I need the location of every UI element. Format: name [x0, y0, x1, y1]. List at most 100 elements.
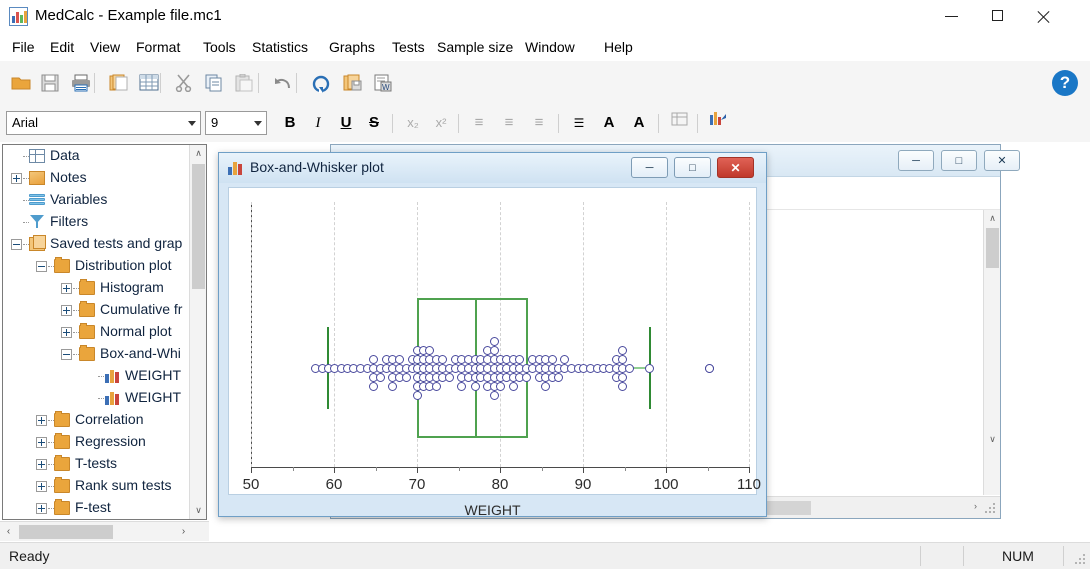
- tree-horizontal-scrollbar[interactable]: ‹ ›: [0, 521, 209, 541]
- plot-minimize-button[interactable]: ─: [631, 157, 668, 178]
- tree-item-histogram[interactable]: Histogram: [3, 277, 189, 299]
- tree-item-f-test[interactable]: F-test: [3, 497, 189, 519]
- help-button[interactable]: ?: [1052, 70, 1078, 96]
- expand-icon[interactable]: [36, 437, 47, 448]
- tree-hscroll-right-button[interactable]: ›: [175, 522, 192, 541]
- expand-icon[interactable]: [36, 481, 47, 492]
- align-center-button[interactable]: ≡: [496, 111, 522, 135]
- plot-canvas[interactable]: WEIGHT 50 60 70 80 90 100 110: [228, 187, 761, 518]
- align-right-button[interactable]: ≡: [526, 111, 552, 135]
- tree-hscroll-left-button[interactable]: ‹: [0, 522, 17, 541]
- tree-item-correlation[interactable]: Correlation: [3, 409, 189, 431]
- superscript-button[interactable]: x²: [428, 111, 454, 135]
- tree-item-distribution-plot[interactable]: Distribution plot: [3, 255, 189, 277]
- tree-item-variables[interactable]: Variables: [3, 189, 189, 211]
- italic-button[interactable]: I: [305, 111, 331, 135]
- strikethrough-button[interactable]: S: [361, 111, 387, 135]
- tree-item-t-tests[interactable]: T-tests: [3, 453, 189, 475]
- tree-item-box-and-whi[interactable]: Box-and-Whi: [3, 343, 189, 365]
- tree-item-regression[interactable]: Regression: [3, 431, 189, 453]
- data-window-minimize-button[interactable]: ─: [898, 150, 934, 171]
- window-minimize-button[interactable]: [929, 0, 975, 32]
- bold-button[interactable]: B: [277, 111, 303, 135]
- table-format-icon[interactable]: [666, 111, 692, 135]
- tree-scroll-thumb[interactable]: [192, 164, 205, 289]
- maximize-glyph: □: [955, 155, 963, 167]
- menu-sample-size[interactable]: Sample size: [431, 38, 519, 57]
- collapse-icon[interactable]: [11, 239, 22, 250]
- undo-icon[interactable]: [268, 68, 298, 98]
- expand-icon[interactable]: [61, 305, 72, 316]
- chart-format-icon[interactable]: [705, 111, 731, 135]
- tree-item-normal-plot[interactable]: Normal plot: [3, 321, 189, 343]
- menu-format[interactable]: Format: [130, 38, 186, 57]
- tree-item-rank-sum-tests[interactable]: Rank sum tests: [3, 475, 189, 497]
- grid-scroll-thumb[interactable]: [986, 228, 999, 268]
- tree-item-weight[interactable]: WEIGHT: [3, 387, 189, 409]
- copy-icon[interactable]: [200, 68, 230, 98]
- resize-grip[interactable]: [985, 503, 997, 515]
- tree-item-notes[interactable]: Notes: [3, 167, 189, 189]
- open-icon[interactable]: [6, 68, 36, 98]
- bullet-list-button[interactable]: ☰: [566, 111, 592, 135]
- grid-scroll-up-button[interactable]: ∧: [984, 210, 1000, 227]
- expand-icon[interactable]: [36, 503, 47, 514]
- align-left-button[interactable]: ≡: [466, 111, 492, 135]
- collapse-icon[interactable]: [61, 349, 72, 360]
- chart-icon: [104, 391, 120, 405]
- tree-item-weight[interactable]: WEIGHT: [3, 365, 189, 387]
- font-size-select[interactable]: 9: [205, 111, 267, 135]
- data-window-maximize-button[interactable]: □: [941, 150, 977, 171]
- print-icon[interactable]: [66, 68, 96, 98]
- window-close-button[interactable]: [1021, 0, 1067, 32]
- tree-scroll-up-button[interactable]: ∧: [190, 145, 206, 162]
- window-maximize-button[interactable]: [975, 0, 1021, 32]
- menu-file[interactable]: File: [6, 38, 41, 57]
- grow-font-button[interactable]: A: [596, 111, 622, 135]
- menu-statistics[interactable]: Statistics: [246, 38, 314, 57]
- data-hscroll-right-button[interactable]: ›: [967, 498, 984, 515]
- plot-maximize-button[interactable]: □: [674, 157, 711, 178]
- menu-view[interactable]: View: [84, 38, 126, 57]
- grid-vertical-scrollbar[interactable]: ∧ ∨: [983, 210, 1000, 495]
- tree-item-filters[interactable]: Filters: [3, 211, 189, 233]
- data-point: [496, 381, 506, 391]
- data-point: [618, 372, 628, 382]
- menu-edit[interactable]: Edit: [44, 38, 80, 57]
- menu-tools[interactable]: Tools: [197, 38, 242, 57]
- cut-icon[interactable]: [170, 68, 200, 98]
- paste-icon[interactable]: [230, 68, 260, 98]
- tree-scroll-down-button[interactable]: ∨: [190, 502, 206, 519]
- tree-item-saved-tests-and-grap[interactable]: Saved tests and grap: [3, 233, 189, 255]
- plot-close-button[interactable]: ✕: [717, 157, 754, 178]
- refresh-icon[interactable]: [306, 68, 336, 98]
- shrink-font-button[interactable]: A: [626, 111, 652, 135]
- tree-item-label: Saved tests and grap: [50, 235, 183, 251]
- menu-help[interactable]: Help: [598, 38, 639, 57]
- copy-pages-icon[interactable]: [104, 68, 134, 98]
- expand-icon[interactable]: [61, 327, 72, 338]
- menu-graphs[interactable]: Graphs: [323, 38, 381, 57]
- export-word-icon[interactable]: W: [368, 68, 398, 98]
- collapse-icon[interactable]: [36, 261, 47, 272]
- status-separator: [920, 546, 921, 566]
- menu-tests[interactable]: Tests: [386, 38, 431, 57]
- menu-window[interactable]: Window: [519, 38, 581, 57]
- expand-icon[interactable]: [36, 459, 47, 470]
- subscript-button[interactable]: x₂: [400, 111, 426, 135]
- data-window-close-button[interactable]: ✕: [984, 150, 1020, 171]
- window-resize-grip[interactable]: [1075, 554, 1087, 566]
- expand-icon[interactable]: [36, 415, 47, 426]
- expand-icon[interactable]: [11, 173, 22, 184]
- chevron-down-icon: [254, 121, 262, 126]
- tree-item-data[interactable]: Data: [3, 145, 189, 167]
- grid-scroll-down-button[interactable]: ∨: [984, 431, 1000, 448]
- export-excel-icon[interactable]: [338, 68, 368, 98]
- underline-button[interactable]: U: [333, 111, 359, 135]
- save-icon[interactable]: [36, 68, 66, 98]
- tree-item-cumulative-fr[interactable]: Cumulative fr: [3, 299, 189, 321]
- tree-vertical-scrollbar[interactable]: ∧ ∨: [189, 145, 206, 519]
- expand-icon[interactable]: [61, 283, 72, 294]
- font-name-select[interactable]: Arial: [6, 111, 201, 135]
- tree-hscroll-thumb[interactable]: [19, 525, 113, 539]
